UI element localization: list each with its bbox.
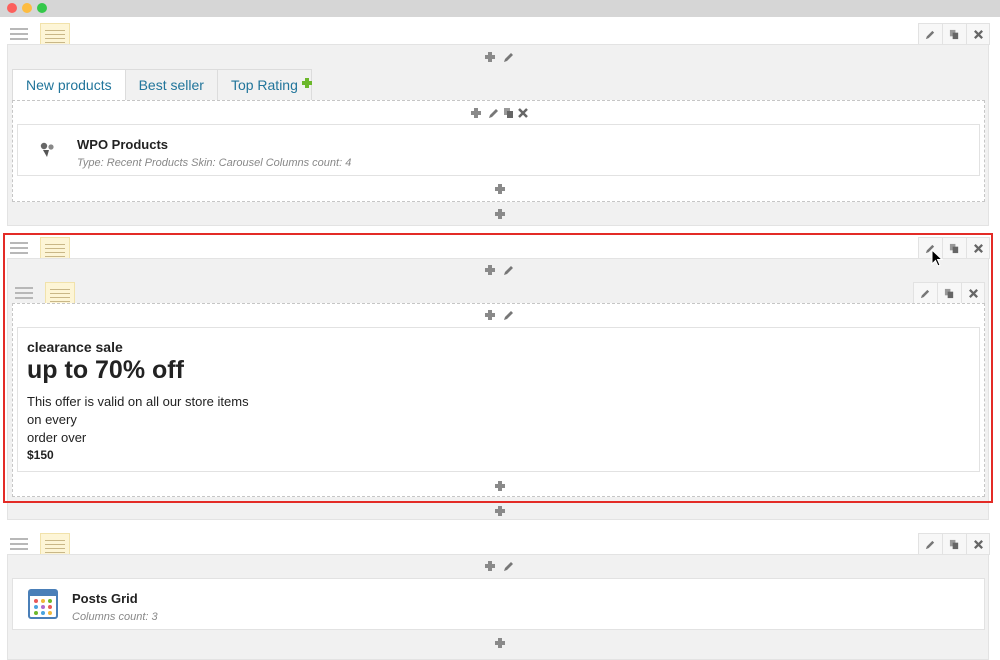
row-1-tools: [918, 23, 990, 45]
tab-new-products[interactable]: New products: [12, 69, 126, 101]
add-tab-plus-icon[interactable]: [302, 78, 312, 88]
drag-handle-icon[interactable]: [10, 538, 28, 550]
widget-title: WPO Products: [77, 137, 169, 152]
add-column-plus-icon[interactable]: [485, 52, 495, 62]
add-widget-plus-icon[interactable]: [495, 184, 505, 194]
pencil-icon[interactable]: [918, 533, 942, 555]
selected-row-outline: [3, 233, 993, 503]
widget-title: Posts Grid: [72, 591, 138, 606]
close-window-button[interactable]: [7, 3, 17, 13]
posts-grid-widget[interactable]: Posts Grid Columns count: 3: [12, 578, 985, 630]
zoom-window-button[interactable]: [37, 3, 47, 13]
row-layout-icon[interactable]: [40, 533, 70, 555]
add-column-plus-icon[interactable]: [495, 209, 505, 219]
copy-icon[interactable]: [503, 107, 515, 119]
widget-meta: Type: Recent Products Skin: Carousel Col…: [77, 157, 352, 169]
window-titlebar: [0, 0, 1000, 17]
tab-bar: New products Best seller Top Rating: [12, 69, 312, 101]
close-icon[interactable]: [966, 23, 990, 45]
wpo-products-widget[interactable]: WPO Products Type: Recent Products Skin:…: [17, 124, 980, 176]
close-icon[interactable]: [517, 107, 529, 119]
add-column-plus-icon[interactable]: [495, 506, 505, 516]
tab-best-seller[interactable]: Best seller: [125, 69, 218, 101]
copy-icon[interactable]: [942, 533, 966, 555]
copy-icon[interactable]: [942, 23, 966, 45]
posts-grid-icon: [28, 589, 58, 619]
wpo-products-icon: [38, 141, 56, 159]
edit-pencil-icon[interactable]: [503, 560, 515, 572]
minimize-window-button[interactable]: [22, 3, 32, 13]
add-widget-plus-icon[interactable]: [471, 108, 481, 118]
add-column-plus-icon[interactable]: [485, 561, 495, 571]
add-widget-plus-icon[interactable]: [495, 638, 505, 648]
mouse-cursor-icon: [931, 249, 943, 267]
row-3-tools: [918, 533, 990, 555]
drag-handle-icon[interactable]: [10, 28, 28, 40]
close-icon[interactable]: [966, 533, 990, 555]
edit-pencil-icon[interactable]: [488, 107, 500, 119]
widget-meta: Columns count: 3: [72, 611, 158, 623]
pencil-icon[interactable]: [918, 23, 942, 45]
tab-top-rating[interactable]: Top Rating: [217, 69, 312, 101]
row-layout-icon[interactable]: [40, 23, 70, 45]
edit-pencil-icon[interactable]: [503, 51, 515, 63]
